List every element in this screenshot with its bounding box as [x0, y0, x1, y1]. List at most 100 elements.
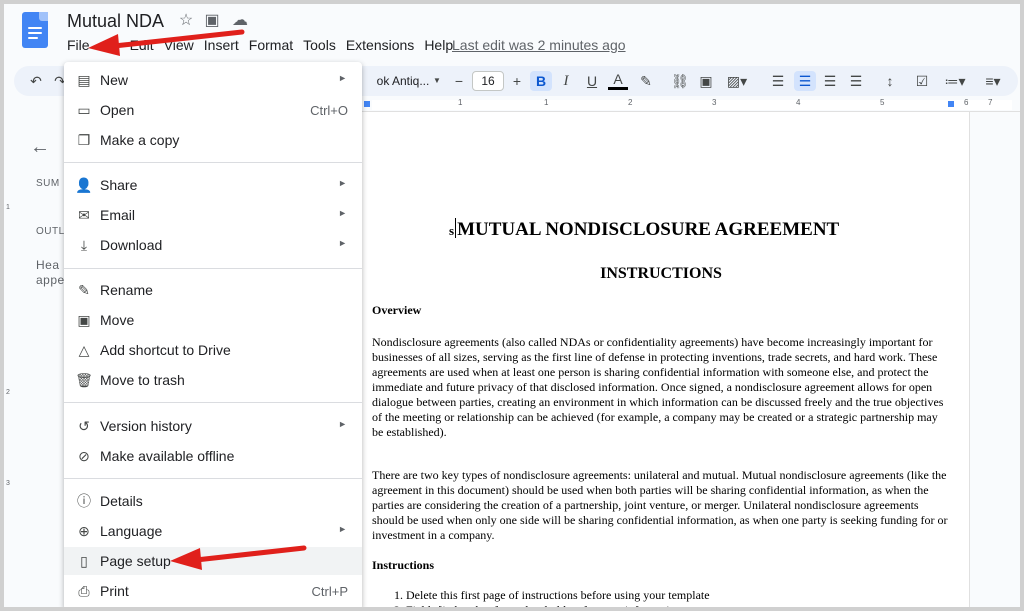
star-icon[interactable]: ☆ — [176, 10, 196, 30]
undo-icon[interactable]: ↶ — [26, 71, 46, 91]
outline-hint: appe — [36, 273, 65, 287]
google-docs-logo-icon[interactable] — [22, 12, 48, 48]
submenu-arrow-icon: ► — [338, 419, 347, 429]
chevron-down-icon[interactable]: ▼ — [432, 71, 442, 91]
font-size-input[interactable]: 16 — [472, 71, 504, 91]
menu-insert[interactable]: Insert — [204, 37, 245, 57]
insert-link-icon[interactable]: ⛓ — [670, 71, 690, 91]
highlight-pen-icon[interactable]: ✎ — [636, 71, 656, 91]
menu-separator — [64, 402, 362, 403]
page-setup-icon: ▯ — [80, 553, 88, 569]
menu-item-label: Page setup — [100, 553, 171, 569]
menu-format[interactable]: Format — [249, 37, 299, 57]
rename-pencil-icon: ✎ — [78, 282, 90, 298]
ruler-number: 4 — [796, 98, 801, 107]
align-left-icon[interactable]: ☰ — [768, 71, 788, 91]
move-folder-icon: ▣ — [77, 312, 91, 328]
menu-item-page-setup[interactable]: ▯ Page setup — [64, 547, 362, 575]
menu-item-label: Share — [100, 177, 138, 193]
text-color-button[interactable]: A — [608, 71, 628, 90]
back-arrow-icon[interactable]: ← — [30, 136, 50, 159]
horizontal-ruler[interactable]: 1 1 2 3 4 5 6 7 — [360, 98, 1020, 112]
align-center-icon[interactable]: ☰ — [794, 71, 816, 91]
email-icon: ✉ — [78, 207, 90, 223]
menu-item-version-history[interactable]: ↺ Version history ► — [64, 412, 362, 440]
menu-item-language[interactable]: ⊕ Language ► — [64, 517, 362, 545]
history-icon: ↺ — [78, 418, 90, 434]
menu-item-make-a-copy[interactable]: ❐ Make a copy — [64, 126, 362, 154]
menu-item-rename[interactable]: ✎ Rename — [64, 276, 362, 304]
cloud-status-icon[interactable]: ☁ — [230, 10, 250, 30]
numbered-list-icon[interactable]: ≡▾ — [976, 71, 1010, 91]
menu-item-label: Download — [100, 237, 163, 253]
justify-icon[interactable]: ☰ — [846, 71, 866, 91]
menu-item-download[interactable]: ⤓ Download ► — [64, 231, 362, 259]
document-title[interactable]: Mutual NDA — [67, 11, 164, 32]
move-folder-icon[interactable]: ▣ — [202, 10, 222, 30]
menu-item-label: Version history — [100, 418, 192, 434]
menu-item-label: Rename — [100, 282, 153, 298]
summary-label: SUM — [36, 178, 60, 189]
menu-edit[interactable]: Edit — [130, 37, 160, 57]
submenu-arrow-icon: ► — [338, 238, 347, 248]
bulleted-list-icon[interactable]: ≔▾ — [938, 71, 972, 91]
share-person-icon: 👤 — [75, 177, 93, 193]
menu-item-label: Email — [100, 207, 136, 223]
submenu-arrow-icon: ► — [338, 178, 347, 188]
align-right-icon[interactable]: ☰ — [820, 71, 840, 91]
menu-item-open[interactable]: ▭ Open Ctrl+O — [64, 96, 362, 124]
last-edit-link[interactable]: Last edit was 2 minutes ago — [452, 37, 626, 53]
menu-item-make-available-offline[interactable]: ⊘ Make available offline — [64, 442, 362, 470]
paragraph-overview: Nondisclosure agreements (also called ND… — [372, 335, 944, 439]
shortcut-label: Ctrl+P — [311, 584, 348, 599]
offline-icon: ⊘ — [78, 448, 90, 464]
menu-item-label: Details — [100, 493, 143, 509]
menu-view[interactable]: View — [164, 37, 200, 57]
menu-separator — [64, 268, 362, 269]
ruler-number: 1 — [458, 98, 463, 107]
vruler-number: 1 — [6, 204, 10, 211]
menu-item-email[interactable]: ✉ Email ► — [64, 201, 362, 229]
underline-button[interactable]: U — [582, 71, 602, 91]
menu-item-share[interactable]: 👤 Share ► — [64, 171, 362, 199]
vertical-ruler[interactable]: 1 2 3 — [6, 112, 14, 607]
menu-item-add-shortcut[interactable]: △ Add shortcut to Drive — [64, 336, 362, 364]
menu-item-label: Add shortcut to Drive — [100, 342, 231, 358]
ruler-number: 2 — [628, 98, 633, 107]
list-item: 2. Fields [in brackets] are placeholders… — [394, 603, 682, 611]
menu-item-label: Print — [100, 583, 129, 599]
menu-item-label: New — [100, 72, 129, 88]
menu-item-move[interactable]: ▣ Move — [64, 306, 362, 334]
menu-item-label: Move to trash — [100, 372, 185, 388]
font-family-dropdown[interactable]: ok Antiq... — [374, 71, 432, 91]
drive-shortcut-icon: △ — [78, 342, 90, 358]
outline-label: OUTL — [36, 226, 65, 237]
document-heading: s MUTUAL NONDISCLOSURE AGREEMENT — [449, 218, 839, 241]
menu-file[interactable]: File — [67, 37, 96, 57]
document-subheading: INSTRUCTIONS — [600, 265, 722, 282]
increase-font-size-button[interactable]: + — [508, 71, 526, 91]
document-page[interactable]: s MUTUAL NONDISCLOSURE AGREEMENT INSTRUCT… — [360, 112, 970, 611]
add-comment-icon[interactable]: ▣ — [696, 71, 716, 91]
line-spacing-icon[interactable]: ↕ — [880, 71, 900, 91]
bold-button[interactable]: B — [530, 71, 552, 91]
submenu-arrow-icon: ► — [338, 208, 347, 218]
italic-button[interactable]: I — [556, 71, 576, 91]
menu-extensions[interactable]: Extensions — [346, 37, 420, 57]
insert-image-icon[interactable]: ▨▾ — [722, 71, 752, 91]
file-menu-dropdown: ▤ New ► ▭ Open Ctrl+O ❐ Make a copy 👤 Sh… — [64, 62, 362, 607]
menu-item-new[interactable]: ▤ New ► — [64, 66, 362, 94]
menu-item-details[interactable]: ⓘ Details — [64, 487, 362, 515]
decrease-font-size-button[interactable]: − — [450, 71, 468, 91]
menu-tools[interactable]: Tools — [303, 37, 342, 57]
ruler-number: 5 — [880, 98, 885, 107]
folder-icon: ▭ — [77, 102, 91, 118]
heading-text: MUTUAL NONDISCLOSURE AGREEMENT — [457, 219, 840, 240]
menu-item-move-to-trash[interactable]: 🗑 Move to trash — [64, 366, 362, 394]
instructions-title: Instructions — [372, 558, 435, 572]
checklist-icon[interactable]: ☑ — [912, 71, 932, 91]
menu-item-print[interactable]: ⎙ Print Ctrl+P — [64, 577, 362, 605]
trash-icon: 🗑 — [75, 372, 93, 388]
left-indent-marker[interactable] — [364, 101, 370, 107]
right-indent-marker[interactable] — [948, 101, 954, 107]
